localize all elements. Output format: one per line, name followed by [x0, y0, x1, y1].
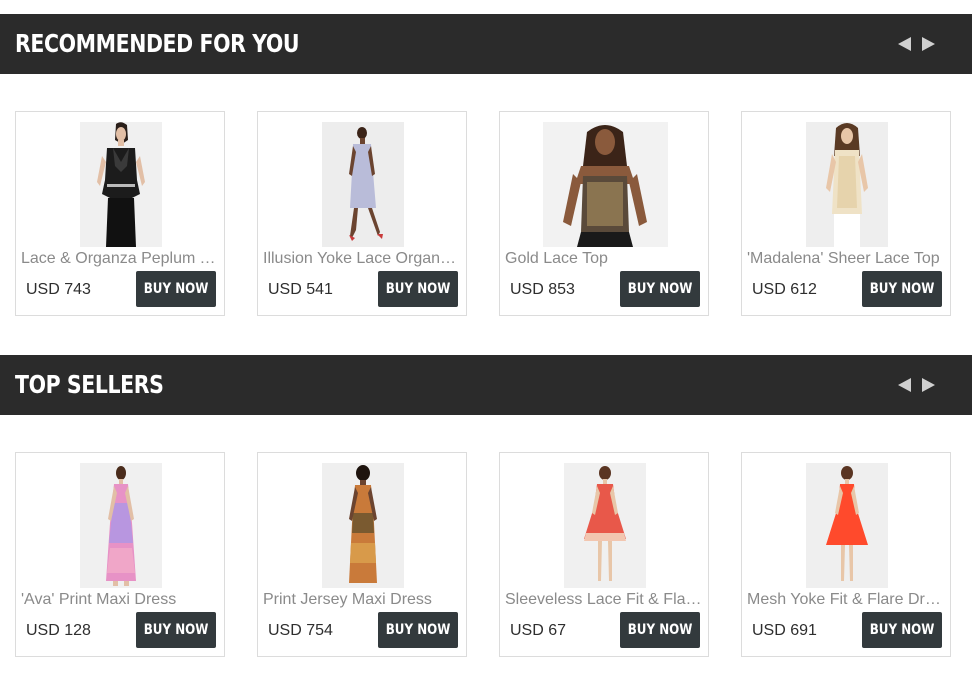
buy-now-button[interactable]: BUY NOW	[862, 271, 942, 307]
buy-now-label: BUY NOW	[869, 622, 935, 638]
product-image[interactable]	[806, 122, 888, 247]
product-price: USD 754	[268, 622, 333, 639]
buy-now-label: BUY NOW	[869, 281, 935, 297]
buy-now-label: BUY NOW	[143, 622, 209, 638]
product-price: USD 541	[268, 281, 333, 298]
product-card[interactable]: 'Ava' Print Maxi Dress USD 128 BUY NOW	[15, 452, 225, 657]
buy-now-button[interactable]: BUY NOW	[620, 612, 700, 648]
product-image[interactable]	[564, 463, 646, 588]
product-price: USD 691	[752, 622, 817, 639]
buy-now-button[interactable]: BUY NOW	[862, 612, 942, 648]
buy-now-button[interactable]: BUY NOW	[136, 612, 216, 648]
buy-now-label: BUY NOW	[385, 622, 451, 638]
product-image[interactable]	[322, 122, 404, 247]
product-card[interactable]: Gold Lace Top USD 853 BUY NOW	[499, 111, 709, 316]
buy-now-label: BUY NOW	[143, 281, 209, 297]
product-name[interactable]: Illusion Yoke Lace Organza Dress	[263, 249, 461, 269]
product-card[interactable]: Sleeveless Lace Fit & Flare Dress USD 67…	[499, 452, 709, 657]
product-image[interactable]	[80, 122, 162, 247]
product-price: USD 853	[510, 281, 575, 298]
product-image[interactable]	[322, 463, 404, 588]
section-header: TOP SELLERS	[0, 355, 972, 415]
product-price: USD 67	[510, 622, 567, 639]
left-arrow-icon[interactable]	[898, 37, 911, 51]
product-image[interactable]	[543, 122, 668, 247]
product-name[interactable]: Sleeveless Lace Fit & Flare Dress	[505, 590, 703, 610]
product-card[interactable]: Lace & Organza Peplum Top USD 743 BUY NO…	[15, 111, 225, 316]
product-name[interactable]: Lace & Organza Peplum Top	[21, 249, 219, 269]
product-image[interactable]	[80, 463, 162, 588]
product-price: USD 612	[752, 281, 817, 298]
right-arrow-icon[interactable]	[922, 378, 935, 392]
buy-now-button[interactable]: BUY NOW	[136, 271, 216, 307]
buy-now-label: BUY NOW	[627, 622, 693, 638]
product-card[interactable]: 'Madalena' Sheer Lace Top USD 612 BUY NO…	[741, 111, 951, 316]
product-price: USD 128	[26, 622, 91, 639]
recommended-section: RECOMMENDED FOR YOU Lace & Organza Peplu…	[0, 14, 972, 318]
product-card[interactable]: Print Jersey Maxi Dress USD 754 BUY NOW	[257, 452, 467, 657]
buy-now-button[interactable]: BUY NOW	[620, 271, 700, 307]
section-header: RECOMMENDED FOR YOU	[0, 14, 972, 74]
left-arrow-icon[interactable]	[898, 378, 911, 392]
top-sellers-section: TOP SELLERS 'Ava' Print Maxi Dress USD 1…	[0, 355, 972, 659]
product-card[interactable]: Mesh Yoke Fit & Flare Dress USD 691 BUY …	[741, 452, 951, 657]
product-name[interactable]: Print Jersey Maxi Dress	[263, 590, 461, 610]
buy-now-button[interactable]: BUY NOW	[378, 271, 458, 307]
buy-now-button[interactable]: BUY NOW	[378, 612, 458, 648]
product-name[interactable]: 'Ava' Print Maxi Dress	[21, 590, 219, 610]
right-arrow-icon[interactable]	[922, 37, 935, 51]
product-price: USD 743	[26, 281, 91, 298]
product-name[interactable]: 'Madalena' Sheer Lace Top	[747, 249, 945, 269]
product-name[interactable]: Gold Lace Top	[505, 249, 703, 269]
buy-now-label: BUY NOW	[385, 281, 451, 297]
product-image[interactable]	[806, 463, 888, 588]
product-card[interactable]: Illusion Yoke Lace Organza Dress USD 541…	[257, 111, 467, 316]
section-title: RECOMMENDED FOR YOU	[15, 29, 300, 58]
buy-now-label: BUY NOW	[627, 281, 693, 297]
product-name[interactable]: Mesh Yoke Fit & Flare Dress	[747, 590, 945, 610]
section-title: TOP SELLERS	[15, 370, 164, 399]
